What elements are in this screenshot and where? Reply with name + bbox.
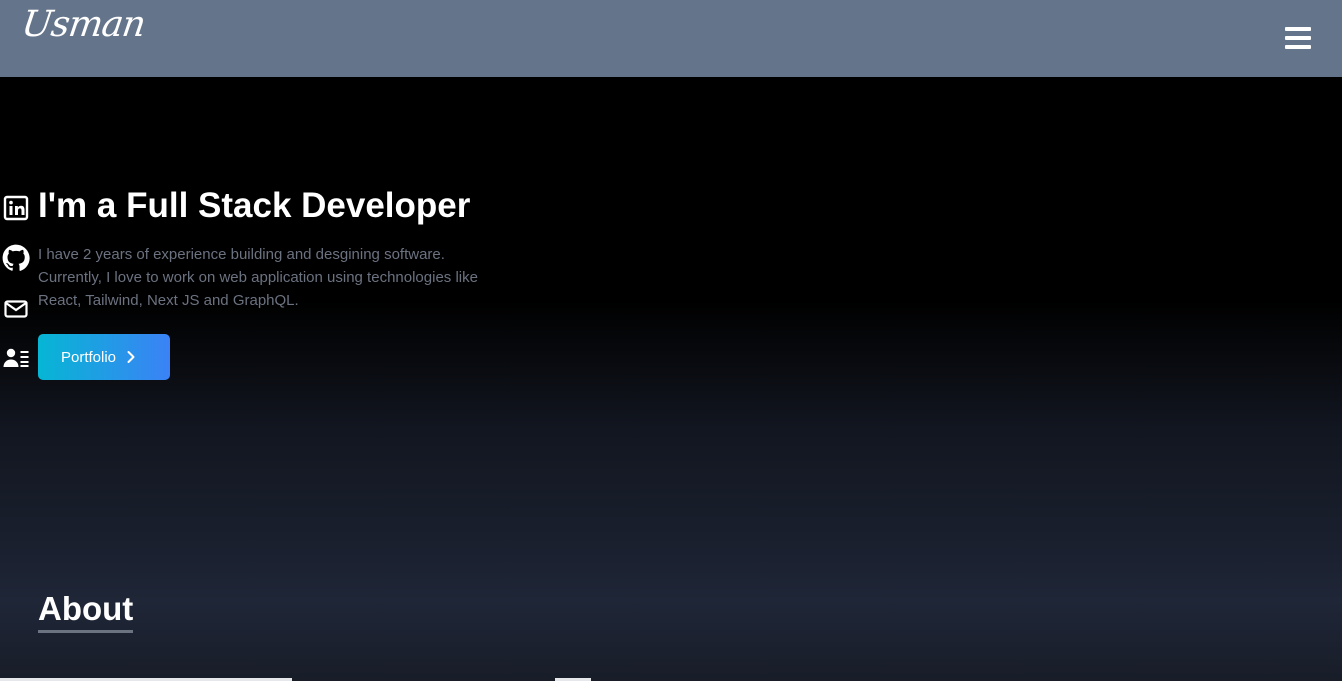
hero-description: I have 2 years of experience building an… [38, 246, 478, 309]
github-icon [2, 244, 30, 271]
github-link[interactable] [0, 242, 32, 274]
linkedin-icon [3, 195, 29, 221]
hamburger-menu-icon[interactable] [1285, 27, 1311, 49]
resume-link[interactable] [0, 342, 32, 374]
hero-title: I'm a Full Stack Developer [38, 186, 471, 225]
mail-icon [4, 300, 28, 318]
portfolio-button-label: Portfolio [61, 348, 117, 366]
site-logo[interactable]: Usman [19, 4, 147, 45]
resume-icon [3, 348, 29, 367]
linkedin-link[interactable] [0, 192, 32, 224]
email-link[interactable] [0, 293, 32, 325]
navbar: Usman [0, 0, 1342, 77]
chevron-right-icon [127, 351, 135, 363]
portfolio-button[interactable]: Portfolio [38, 334, 170, 380]
about-heading: About [38, 590, 134, 633]
